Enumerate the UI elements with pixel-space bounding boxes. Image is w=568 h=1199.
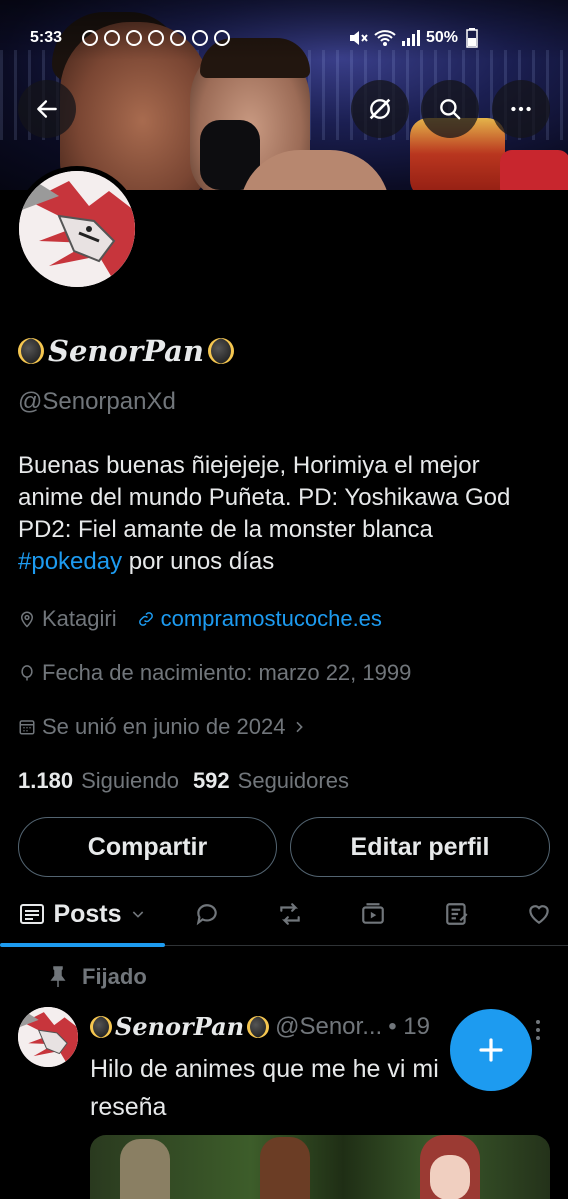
post-author-handle[interactable]: @Senor... (275, 1013, 382, 1041)
wifi-icon (374, 30, 396, 46)
more-options-button[interactable] (492, 80, 550, 138)
likes-icon (529, 905, 549, 924)
tab-posts-label: Posts (53, 899, 122, 928)
pinned-indicator: Fijado (48, 964, 147, 990)
tab-reposts[interactable] (263, 884, 317, 944)
post-header: SenorPan @Senor... • 19 (90, 1012, 430, 1041)
profile-location: Katagiri (42, 606, 117, 631)
tab-articles[interactable] (430, 884, 484, 944)
profile-handle: @SenorpanXd (18, 388, 176, 415)
more-horizontal-icon (511, 106, 531, 112)
search-icon (440, 99, 461, 120)
mute-icon (350, 31, 368, 45)
profile-tabs: Posts (0, 884, 568, 946)
post-timestamp[interactable]: • 19 (388, 1013, 430, 1041)
profile-birthday: Fecha de nacimiento: marzo 22, 1999 (42, 660, 412, 685)
post-text: Hilo de animes que me he vi mi reseña (90, 1055, 439, 1121)
followers-count[interactable]: 592 (193, 768, 230, 794)
app-notification-icon (214, 30, 230, 46)
search-button[interactable] (421, 80, 479, 138)
bio-tail: por unos días (122, 548, 275, 575)
battery-icon (466, 28, 478, 48)
bio-text: Buenas buenas ñiejejeje, Horimiya el mej… (18, 452, 511, 543)
pinned-label: Fijado (82, 964, 147, 989)
replies-icon (196, 904, 217, 926)
profile-joined-row[interactable]: Se unió en junio de 2024 (18, 714, 307, 740)
battery-level: 50% (426, 29, 459, 46)
link-icon (138, 612, 153, 626)
profile-display-name: SenorPan (18, 334, 235, 368)
tab-replies[interactable] (180, 884, 234, 944)
pin-icon (50, 966, 66, 987)
profile-bio: Buenas buenas ñiejejeje, Horimiya el mej… (18, 450, 538, 578)
profile-birthday-row: Fecha de nacimiento: marzo 22, 1999 (18, 660, 411, 686)
location-pin-icon (20, 611, 34, 628)
notification-icons (82, 30, 230, 46)
tab-posts[interactable]: Posts (0, 884, 165, 944)
back-button[interactable] (18, 80, 76, 138)
profile-website-link[interactable]: compramostucoche.es (161, 606, 382, 632)
tab-likes[interactable] (512, 884, 566, 944)
profile-joined: Se unió en junio de 2024 (42, 714, 286, 739)
grok-icon (369, 98, 391, 120)
display-name-text: SenorPan (48, 334, 205, 368)
reposts-icon (280, 903, 300, 925)
app-notification-icon (192, 30, 208, 46)
moon-emoji-icon (18, 338, 44, 364)
following-label[interactable]: Siguiendo (81, 768, 179, 794)
app-notification-icon (126, 30, 142, 46)
profile-meta-row: Katagiri compramostucoche.es (18, 606, 382, 632)
moon-emoji-icon (247, 1015, 270, 1038)
app-notification-icon (148, 30, 164, 46)
posts-icon (20, 904, 45, 924)
media-icon (362, 903, 384, 924)
moon-emoji-icon (208, 338, 235, 364)
active-tab-indicator (0, 943, 165, 947)
follow-stats: 1.180 Siguiendo 592 Seguidores (18, 768, 349, 794)
post-author-name-text: SenorPan (115, 1012, 245, 1041)
followers-label[interactable]: Seguidores (238, 768, 349, 794)
app-notification-icon (104, 30, 120, 46)
moon-emoji-icon (90, 1015, 112, 1038)
status-time: 5:33 (30, 29, 63, 46)
articles-icon (446, 903, 468, 925)
calendar-icon (19, 720, 35, 735)
status-bar: 5:33 50% (0, 24, 568, 52)
post-media-image[interactable] (90, 1135, 550, 1199)
edit-profile-button[interactable]: Editar perfil (290, 817, 550, 877)
back-arrow-icon (37, 100, 57, 118)
avatar (19, 171, 135, 287)
app-notification-icon (82, 30, 98, 46)
chevron-right-icon (296, 721, 304, 733)
signal-icon (402, 30, 420, 46)
bio-hashtag-link[interactable]: #pokeday (18, 548, 122, 575)
balloon-icon (21, 665, 33, 681)
profile-avatar[interactable] (14, 166, 140, 292)
grok-button[interactable] (351, 80, 409, 138)
compose-post-button[interactable] (450, 1009, 532, 1091)
post-author-avatar[interactable] (18, 1007, 78, 1067)
chevron-down-icon (132, 911, 143, 918)
post-author-name[interactable]: SenorPan (90, 1012, 270, 1041)
share-button[interactable]: Compartir (18, 817, 277, 877)
app-notification-icon (170, 30, 186, 46)
following-count[interactable]: 1.180 (18, 768, 73, 794)
tab-media[interactable] (346, 884, 400, 944)
plus-icon (479, 1038, 503, 1062)
